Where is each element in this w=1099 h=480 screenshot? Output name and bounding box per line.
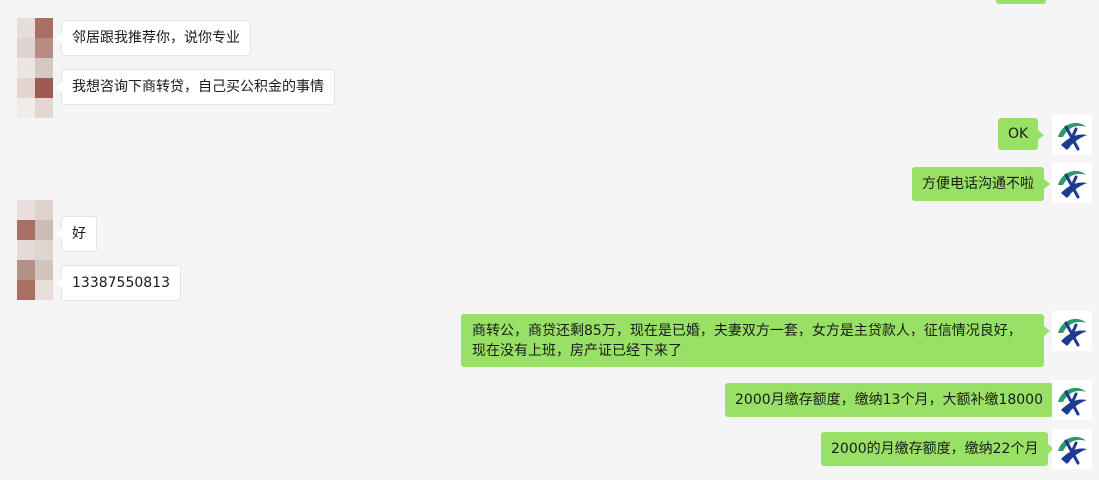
- logo-avatar-icon[interactable]: [1052, 380, 1092, 420]
- message-bubble[interactable]: 方便电话沟通不啦: [912, 167, 1050, 201]
- previous-message-bubble-edge: [996, 0, 1046, 4]
- message-bubble[interactable]: 2000月缴存额度，缴纳13个月，大额补缴18000: [725, 383, 1059, 417]
- message-text: 邻居跟我推荐你，说你专业: [72, 30, 240, 46]
- message-bubble[interactable]: 我想咨询下商转贷，自己买公积金的事情: [56, 69, 335, 105]
- chat-window: 邻居跟我推荐你，说你专业 我想咨询下商转贷，自己买公积金的事情 OK 方便电话沟…: [0, 0, 1099, 480]
- message-bubble[interactable]: OK: [998, 118, 1045, 150]
- message-text: 13387550813: [72, 275, 170, 291]
- contact-avatar[interactable]: [17, 18, 53, 118]
- message-text: 2000月缴存额度，缴纳13个月，大额补缴18000: [735, 392, 1043, 408]
- logo-avatar-icon[interactable]: [1052, 429, 1092, 469]
- message-text: 方便电话沟通不啦: [922, 176, 1034, 192]
- message-bubble[interactable]: 13387550813: [56, 265, 181, 301]
- logo-avatar-icon[interactable]: [1052, 163, 1092, 203]
- message-text: 商转公，商贷还剩85万，现在是已婚，夫妻双方一套，女方是主贷款人，征信情况良好，…: [472, 323, 1022, 359]
- message-text: 2000的月缴存额度，缴纳22个月: [831, 441, 1039, 457]
- message-bubble[interactable]: 好: [56, 216, 97, 252]
- contact-avatar[interactable]: [17, 200, 53, 300]
- message-text: 我想咨询下商转贷，自己买公积金的事情: [72, 79, 324, 95]
- logo-avatar-icon[interactable]: [1052, 311, 1092, 351]
- message-text: 好: [72, 226, 86, 242]
- message-bubble[interactable]: 邻居跟我推荐你，说你专业: [56, 20, 251, 56]
- message-bubble[interactable]: 商转公，商贷还剩85万，现在是已婚，夫妻双方一套，女方是主贷款人，征信情况良好，…: [461, 314, 1050, 367]
- message-text: OK: [1008, 126, 1029, 142]
- logo-avatar-icon[interactable]: [1052, 115, 1092, 155]
- message-bubble[interactable]: 2000的月缴存额度，缴纳22个月: [821, 432, 1055, 466]
